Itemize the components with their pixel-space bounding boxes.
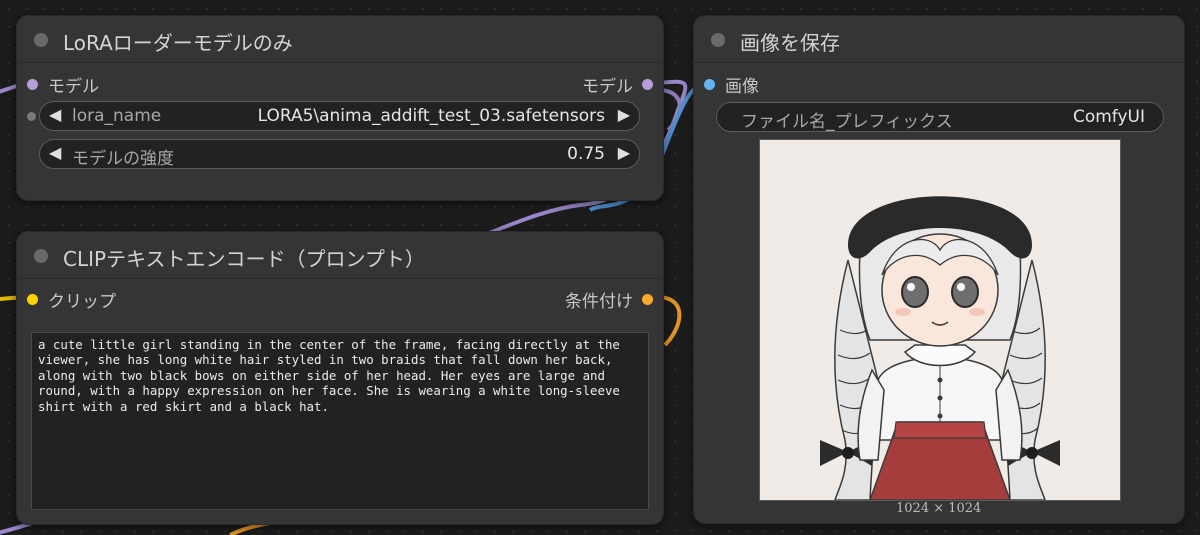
model-strength-number[interactable]: ◀ モデルの強度 0.75 ▶ [39, 139, 640, 169]
right-arrow-icon[interactable]: ▶ [618, 105, 630, 124]
model-output-slot[interactable] [642, 79, 653, 90]
node-title: CLIPテキストエンコード（プロンプト） [63, 247, 425, 271]
node-title-bar[interactable]: 画像を保存 [694, 16, 1184, 63]
model-strength-label: モデルの強度 [72, 149, 174, 169]
model-input-label: モデル [48, 77, 99, 97]
clip-input-label: クリップ [48, 292, 116, 312]
lora-name-input-slot[interactable] [27, 112, 36, 121]
right-arrow-icon[interactable]: ▶ [618, 143, 630, 162]
conditioning-output-label: 条件付け [565, 292, 633, 312]
model-output-label: モデル [582, 77, 633, 97]
image-preview[interactable] [759, 139, 1121, 501]
filename-prefix-value: ComfyUI [1072, 107, 1145, 127]
image-input-label: 画像 [725, 77, 759, 97]
conditioning-output-slot[interactable] [642, 294, 653, 305]
prompt-textarea[interactable]: a cute little girl standing in the cente… [31, 332, 649, 510]
image-size-label: 1024 × 1024 [896, 501, 982, 516]
node-title: LoRAローダーモデルのみ [63, 31, 293, 55]
lora-name-value: LORA5\anima_addift_test_03.safetensors [257, 106, 605, 126]
lora-loader-node[interactable]: LoRAローダーモデルのみ モデル モデル ◀ lora_name LORA5\… [16, 15, 664, 201]
node-collapse-dot[interactable] [711, 33, 725, 47]
clip-input-slot[interactable] [27, 294, 38, 305]
node-title-bar[interactable]: LoRAローダーモデルのみ [17, 16, 663, 63]
save-image-node[interactable]: 画像を保存 画像 ファイル名_プレフィックス ComfyUI 1024 × 10… [693, 15, 1185, 524]
lora-name-label: lora_name [72, 106, 162, 126]
model-strength-value: 0.75 [567, 144, 605, 164]
node-title: 画像を保存 [740, 31, 840, 55]
left-arrow-icon[interactable]: ◀ [49, 143, 61, 162]
clip-text-encode-node[interactable]: CLIPテキストエンコード（プロンプト） クリップ 条件付け a cute li… [16, 231, 664, 525]
node-title-bar[interactable]: CLIPテキストエンコード（プロンプト） [17, 232, 663, 279]
node-collapse-dot[interactable] [34, 33, 48, 47]
image-input-slot[interactable] [704, 79, 715, 90]
generated-girl-illustration [820, 196, 1060, 500]
node-collapse-dot[interactable] [34, 249, 48, 263]
filename-prefix-field[interactable]: ファイル名_プレフィックス ComfyUI [716, 102, 1164, 132]
model-input-slot[interactable] [27, 79, 38, 90]
lora-name-combo[interactable]: ◀ lora_name LORA5\anima_addift_test_03.s… [39, 101, 640, 131]
filename-prefix-label: ファイル名_プレフィックス [741, 112, 953, 132]
left-arrow-icon[interactable]: ◀ [49, 105, 61, 124]
